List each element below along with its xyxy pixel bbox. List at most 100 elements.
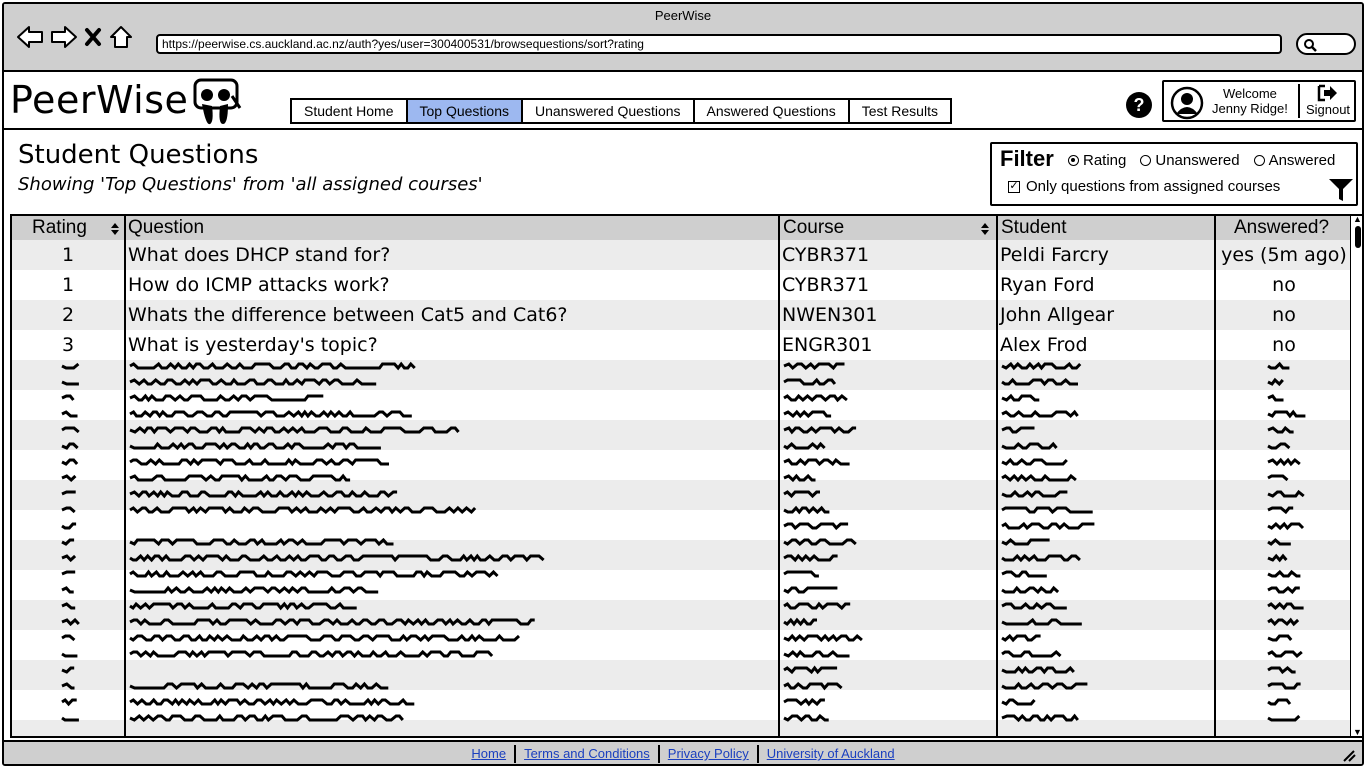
help-icon[interactable]: ? [1124, 90, 1154, 125]
sort-icon[interactable] [110, 222, 120, 236]
column-header-course[interactable]: Course [781, 216, 844, 240]
signout-icon [1317, 84, 1337, 102]
filter-radio-unanswered[interactable]: Unanswered [1140, 152, 1240, 169]
logo[interactable]: PeerWise [10, 78, 188, 122]
footer-link-home[interactable]: Home [463, 745, 517, 763]
placeholder-row-bg [12, 660, 1350, 690]
signout-button[interactable]: Signout [1302, 84, 1354, 117]
page-subtitle: Showing 'Top Questions' from 'all assign… [18, 174, 483, 195]
question-cell[interactable]: Whats the difference between Cat5 and Ca… [128, 300, 568, 330]
answered-cell: yes (5m ago) [1221, 244, 1347, 266]
placeholder-text [1267, 409, 1306, 419]
placeholder-text [1267, 394, 1284, 402]
filter-radio-answered[interactable]: Answered [1253, 152, 1336, 169]
column-header-student[interactable]: Student [999, 216, 1067, 240]
questions-table: Rating Question Course Student Answered?… [10, 214, 1362, 738]
placeholder-text [61, 586, 74, 594]
forward-arrow-icon[interactable] [50, 24, 78, 50]
main-nav-tabs: Student Home Top Questions Unanswered Qu… [290, 98, 952, 124]
address-bar[interactable]: https://peerwise.cs.auckland.ac.nz/auth?… [156, 34, 1282, 54]
radio-label: Unanswered [1155, 152, 1240, 169]
table-row[interactable]: 2 Whats the difference between Cat5 and … [12, 300, 1350, 330]
placeholder-text [1001, 698, 1036, 706]
footer-link-privacy[interactable]: Privacy Policy [660, 745, 759, 763]
filter-radio-rating[interactable]: Rating [1068, 152, 1126, 169]
column-divider [1214, 216, 1216, 736]
question-cell[interactable]: What is yesterday's topic? [128, 330, 378, 360]
placeholder-text [61, 522, 77, 530]
footer-links: Home Terms and Conditions Privacy Policy… [4, 745, 1362, 763]
student-cell: Peldi Farcry [1000, 244, 1109, 266]
placeholder-text [1001, 570, 1047, 578]
table-row[interactable]: 3 What is yesterday's topic? ENGR301 Ale… [12, 330, 1350, 360]
placeholder-text [1267, 698, 1292, 706]
app-header: PeerWise Student Home Top Questions Unan… [4, 74, 1362, 130]
welcome-label: Welcome [1222, 86, 1277, 101]
placeholder-text [1001, 393, 1040, 402]
filter-funnel-icon[interactable] [1328, 178, 1354, 207]
resize-grip-icon[interactable] [1342, 750, 1356, 762]
placeholder-text [61, 570, 76, 576]
placeholder-text [129, 473, 351, 483]
placeholder-text [1267, 650, 1303, 659]
placeholder-text [783, 713, 829, 723]
peerwise-logo-icon [192, 78, 242, 133]
vertical-scrollbar[interactable]: ▲ ▼ [1350, 216, 1362, 736]
placeholder-text [61, 698, 77, 707]
browser-nav [16, 24, 134, 50]
tab-test-results[interactable]: Test Results [850, 100, 950, 122]
browser-search[interactable] [1296, 33, 1356, 55]
footer-link-terms[interactable]: Terms and Conditions [516, 745, 660, 763]
student-cell: John Allgear [1000, 304, 1115, 326]
user-divider [1298, 84, 1300, 118]
radio-label: Answered [1268, 152, 1336, 169]
filter-title: Filter [1000, 146, 1054, 171]
tab-unanswered-questions[interactable]: Unanswered Questions [523, 100, 695, 122]
tab-answered-questions[interactable]: Answered Questions [695, 100, 850, 122]
placeholder-text [783, 522, 849, 531]
placeholder-text [1267, 521, 1305, 531]
tab-top-questions[interactable]: Top Questions [407, 100, 523, 122]
home-icon[interactable] [108, 24, 134, 50]
tab-student-home[interactable]: Student Home [292, 100, 408, 122]
scroll-up-icon[interactable]: ▲ [1353, 216, 1362, 224]
scroll-thumb[interactable] [1355, 226, 1361, 248]
placeholder-text [1267, 585, 1300, 595]
table-row[interactable]: 1 How do ICMP attacks work? CYBR371 Ryan… [12, 270, 1350, 300]
question-cell[interactable]: What does DHCP stand for? [128, 240, 390, 270]
placeholder-text [783, 649, 850, 659]
placeholder-text [1001, 650, 1062, 658]
placeholder-text [61, 474, 77, 483]
question-cell[interactable]: How do ICMP attacks work? [128, 270, 390, 300]
placeholder-text [129, 697, 415, 707]
scroll-down-icon[interactable]: ▼ [1353, 727, 1362, 736]
back-arrow-icon[interactable] [16, 24, 44, 50]
column-header-question[interactable]: Question [126, 216, 204, 240]
placeholder-text [61, 394, 75, 401]
sort-icon[interactable] [980, 222, 990, 236]
browser-window: PeerWise https://peerwise.cs.auckland.ac… [2, 2, 1364, 766]
stop-icon[interactable] [84, 26, 102, 48]
placeholder-text [129, 713, 404, 723]
placeholder-text [1267, 474, 1289, 482]
column-header-answered[interactable]: Answered? [1232, 216, 1329, 240]
placeholder-rows [12, 360, 1350, 736]
placeholder-text [129, 585, 379, 595]
placeholder-text [61, 458, 79, 466]
column-header-rating[interactable]: Rating [30, 216, 87, 240]
placeholder-text [783, 393, 848, 403]
placeholder-text [129, 649, 494, 659]
placeholder-text [783, 586, 838, 594]
radio-empty-icon [1253, 155, 1265, 166]
placeholder-text [129, 569, 499, 579]
assigned-courses-checkbox[interactable]: ✓ Only questions from assigned courses [1008, 178, 1280, 195]
placeholder-text [783, 570, 819, 578]
answered-cell: no [1272, 334, 1296, 356]
placeholder-row-bg [12, 720, 1350, 736]
svg-text:?: ? [1134, 95, 1145, 115]
user-name: Jenny Ridge! [1212, 101, 1288, 116]
placeholder-text [783, 473, 816, 483]
footer-link-university[interactable]: University of Auckland [759, 745, 903, 763]
table-row[interactable]: 1 What does DHCP stand for? CYBR371 Peld… [12, 240, 1350, 270]
placeholder-text [783, 457, 850, 467]
